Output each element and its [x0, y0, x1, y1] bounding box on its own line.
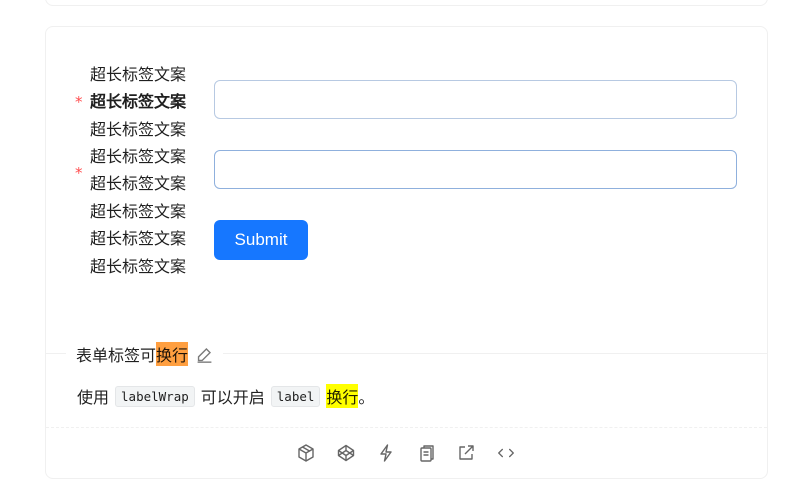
form-item-3-label: 超长标签文案 超长标签文案 超长标签文案	[90, 198, 186, 280]
external-link-icon[interactable]	[456, 443, 476, 463]
form-item-2-label: 超长标签文案 超长标签文案	[90, 143, 186, 198]
actions-divider	[46, 427, 767, 428]
desc-text: 可以开启	[200, 388, 265, 407]
code-icon[interactable]	[496, 443, 516, 463]
demo-title-text: 表单标签可	[76, 346, 157, 365]
edit-icon[interactable]	[196, 346, 213, 363]
text-input-1[interactable]	[214, 80, 737, 119]
stackblitz-icon[interactable]	[376, 443, 396, 463]
label-line: 超长标签文案	[90, 147, 187, 166]
label-line: 超长标签文案	[90, 174, 187, 194]
required-mark: *	[75, 164, 83, 182]
codepen-icon[interactable]	[336, 443, 356, 463]
label-line: 超长标签文案	[90, 65, 187, 84]
required-mark: *	[75, 93, 83, 111]
demo-title: 表单标签可 换行	[66, 342, 224, 366]
label-line: 超长标签文案	[90, 229, 187, 249]
desc-text: 。	[358, 388, 375, 407]
label-line: 超长标签文案	[90, 256, 187, 276]
demo-title-highlight: 换行	[156, 342, 189, 366]
form-item-1-label: 超长标签文案 超长标签文案 超长标签文案	[90, 61, 186, 143]
desc-text: 使用	[77, 388, 110, 407]
previous-demo-card	[45, 0, 768, 6]
code-inline: labelWrap	[115, 385, 195, 407]
submit-button[interactable]: Submit	[214, 220, 308, 260]
copy-icon[interactable]	[416, 443, 436, 463]
text-input-2[interactable]	[214, 150, 737, 189]
code-actions	[296, 443, 516, 463]
label-line: 超长标签文案	[90, 202, 187, 221]
label-line: 超长标签文案	[90, 119, 187, 139]
codesandbox-icon[interactable]	[296, 443, 316, 463]
code-inline: label	[270, 385, 321, 407]
desc-highlight: 换行	[326, 384, 359, 408]
demo-description: 使用 labelWrap 可以开启 label 换行。	[77, 382, 374, 410]
label-line: 超长标签文案	[90, 92, 187, 112]
